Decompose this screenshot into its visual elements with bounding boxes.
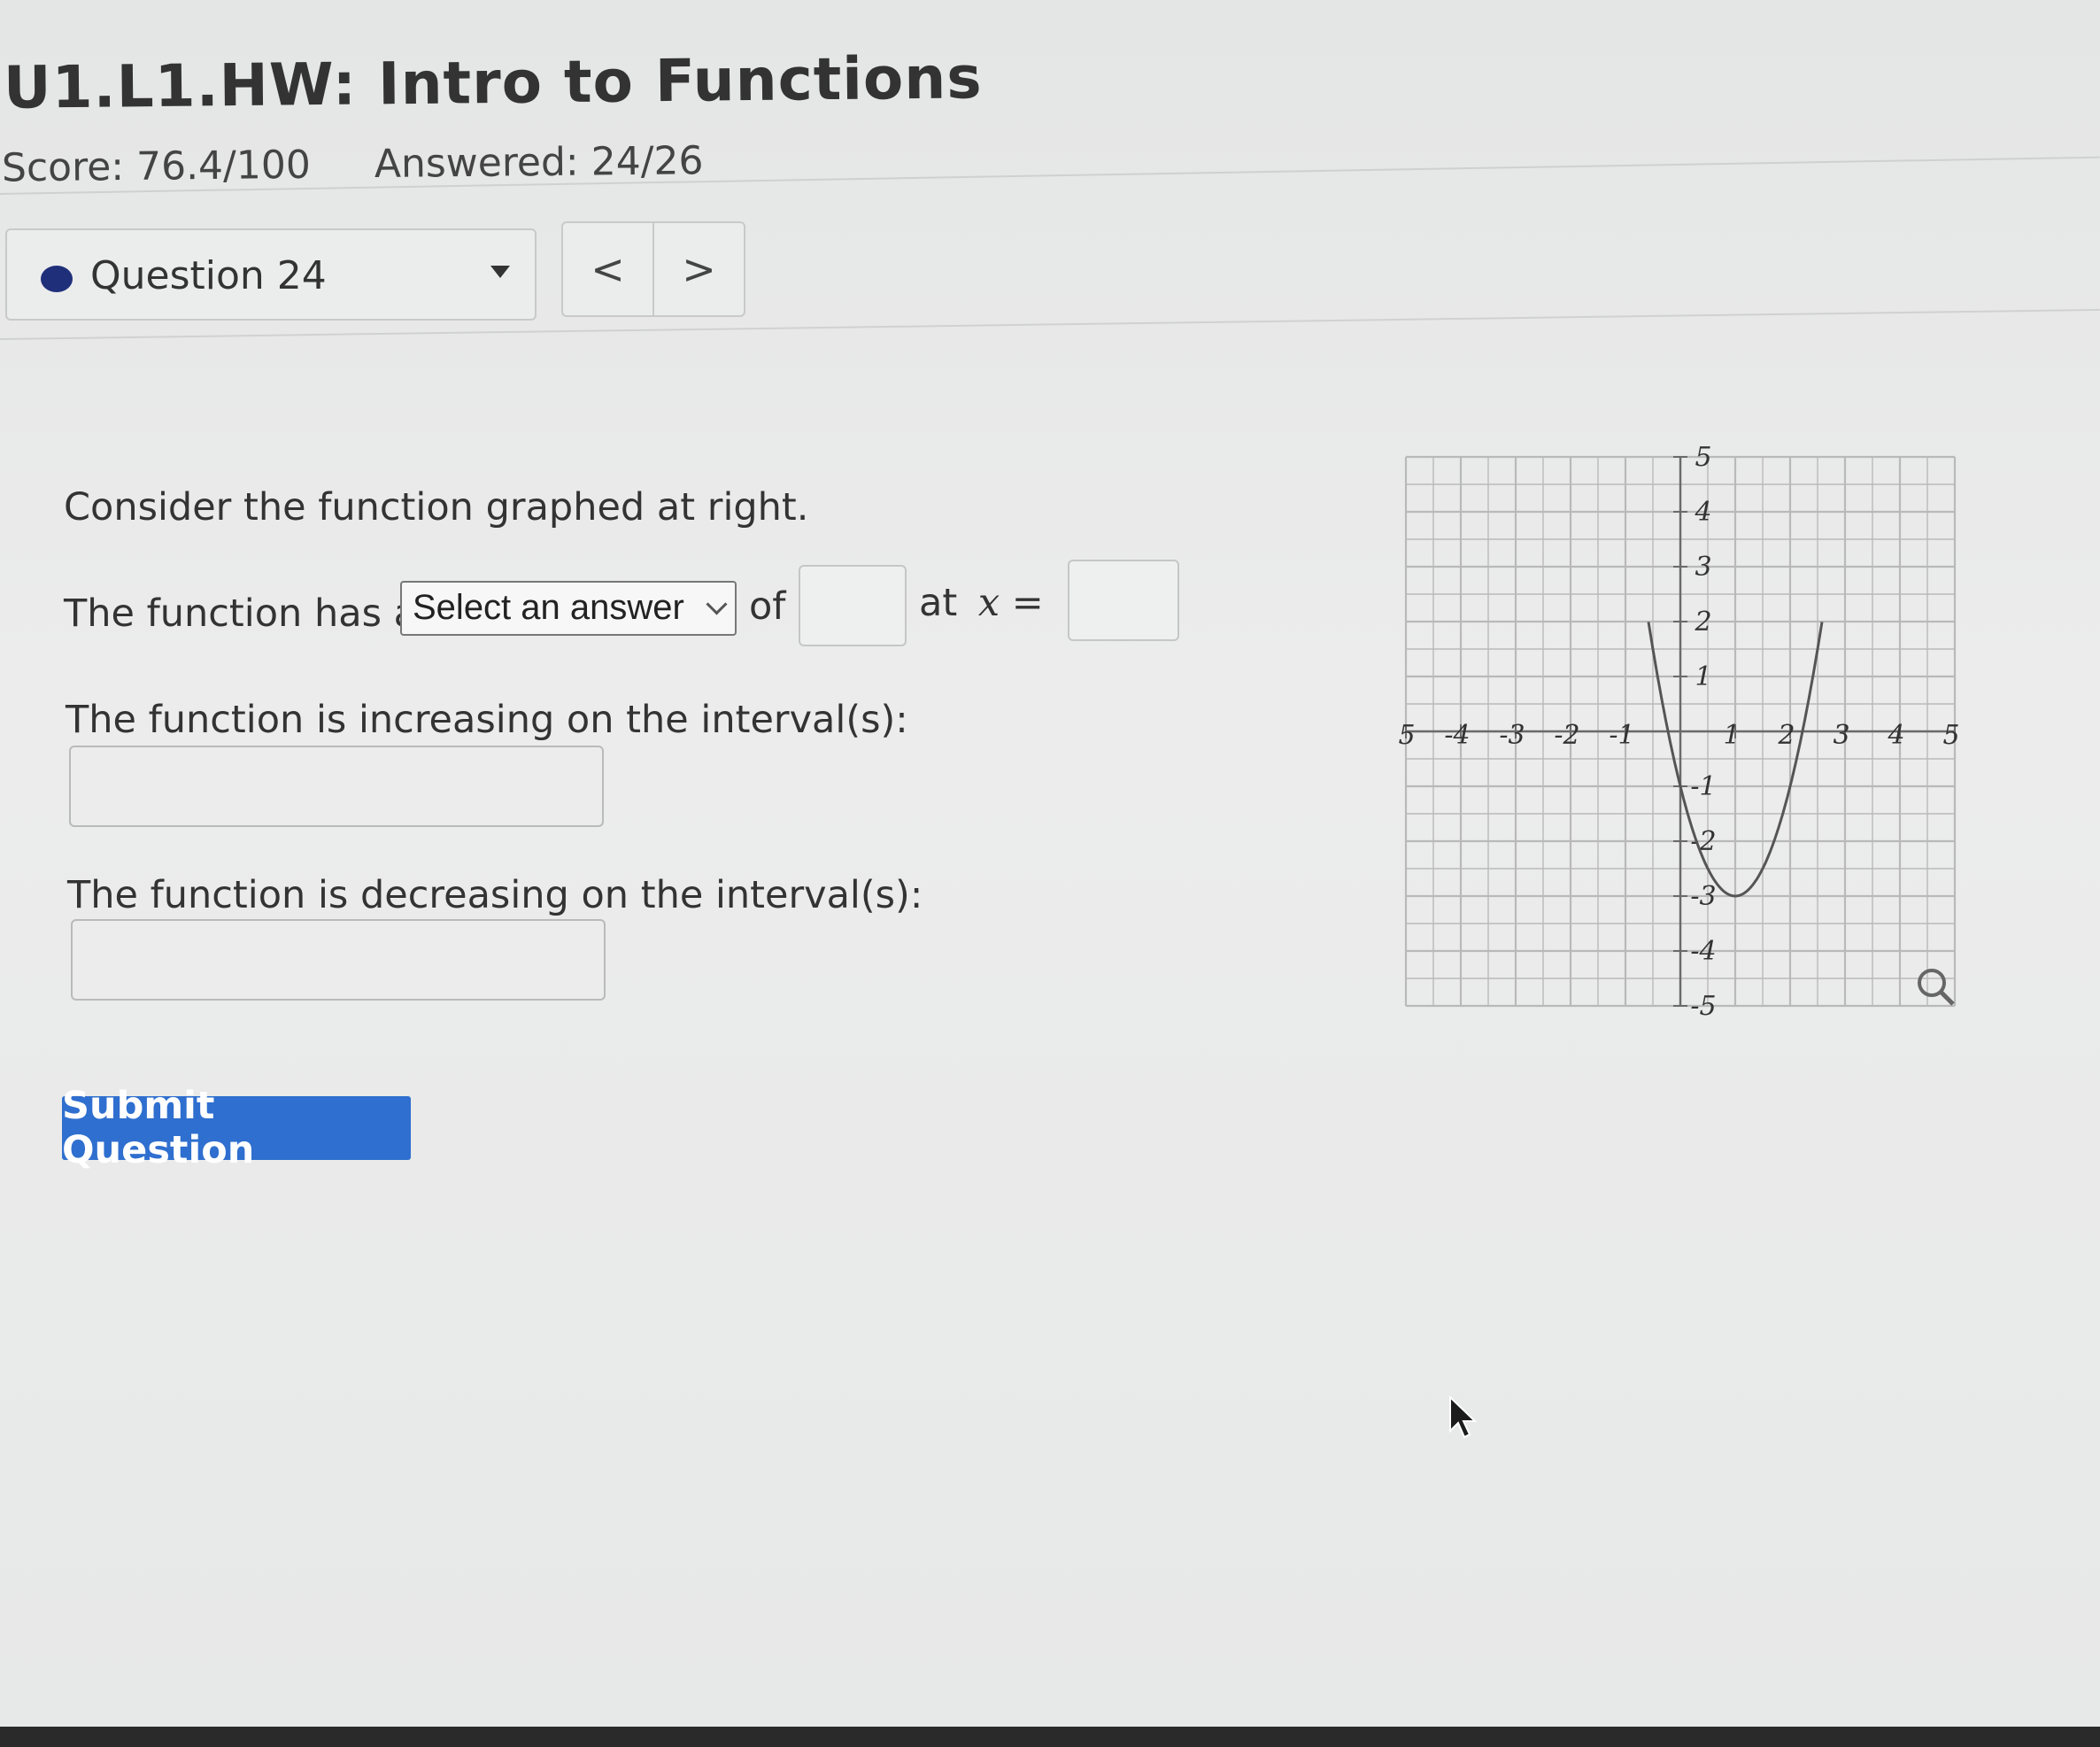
of-text: of [749, 584, 786, 629]
y-tick-label: -1 [1690, 771, 1716, 802]
x-tick-label: -2 [1554, 720, 1579, 751]
at-word: at [919, 581, 958, 625]
question-select-dropdown[interactable]: Question 24 [5, 228, 537, 321]
screen-bottom-edge [0, 1727, 2100, 1747]
x-tick-label: -5 [1399, 720, 1416, 751]
increasing-interval-input[interactable] [69, 746, 604, 827]
assignment-title: U1.L1.HW: Intro to Functions [3, 43, 983, 122]
question-select-label: Question 24 [90, 253, 327, 298]
extremum-value-input[interactable] [799, 565, 907, 646]
y-tick-label: 4 [1694, 497, 1711, 528]
score-text: Score: 76.4/100 [1, 142, 312, 191]
next-question-button[interactable]: > [652, 223, 744, 315]
question-intro: Consider the function graphed at right. [64, 485, 809, 530]
at-text: at x = [919, 581, 1044, 625]
extremum-select-value: Select an answer [413, 588, 684, 627]
x-tick-label: 2 [1777, 720, 1795, 751]
question-status-dot-icon [41, 266, 73, 292]
chevron-down-icon [706, 593, 728, 615]
previous-question-button[interactable]: < [563, 223, 652, 315]
decreasing-label: The function is decreasing on the interv… [67, 873, 923, 917]
x-tick-label: 1 [1723, 720, 1740, 751]
caret-down-icon [490, 266, 510, 278]
question-nav-buttons: < > [561, 221, 745, 317]
y-tick-label: -4 [1690, 936, 1716, 967]
x-tick-label: 4 [1887, 720, 1904, 751]
homework-page: U1.L1.HW: Intro to Functions Score: 76.4… [0, 0, 2100, 1747]
y-tick-label: 2 [1694, 607, 1711, 638]
answered-text: Answered: 24/26 [374, 138, 704, 188]
chevron-right-icon: > [682, 245, 716, 293]
y-tick-label: -5 [1690, 991, 1716, 1022]
y-tick-label: 5 [1695, 442, 1711, 473]
x-tick-label: -4 [1444, 720, 1470, 751]
x-tick-label: -3 [1499, 720, 1525, 751]
function-graph: -5-4-3-2-11234554321-1-2-3-4-5 [1399, 442, 1960, 1022]
y-tick-label: -3 [1690, 881, 1716, 912]
decreasing-interval-input[interactable] [71, 919, 606, 1001]
x-equals-text: x = [977, 581, 1044, 625]
y-tick-label: 1 [1695, 661, 1711, 692]
extremum-type-select[interactable]: Select an answer [400, 581, 737, 636]
x-tick-label: 5 [1942, 720, 1959, 751]
submit-question-button[interactable]: Submit Question [62, 1084, 411, 1172]
increasing-label: The function is increasing on the interv… [66, 698, 908, 742]
x-tick-label: -1 [1609, 720, 1634, 751]
extremum-prefix-text: The function has a [64, 591, 417, 636]
chevron-left-icon: < [591, 245, 625, 293]
extremum-x-input[interactable] [1068, 560, 1179, 641]
y-tick-label: 3 [1695, 552, 1711, 583]
x-tick-label: 3 [1833, 720, 1849, 751]
magnifier-icon[interactable] [1918, 969, 1955, 1006]
mouse-pointer-icon [1449, 1395, 1478, 1439]
